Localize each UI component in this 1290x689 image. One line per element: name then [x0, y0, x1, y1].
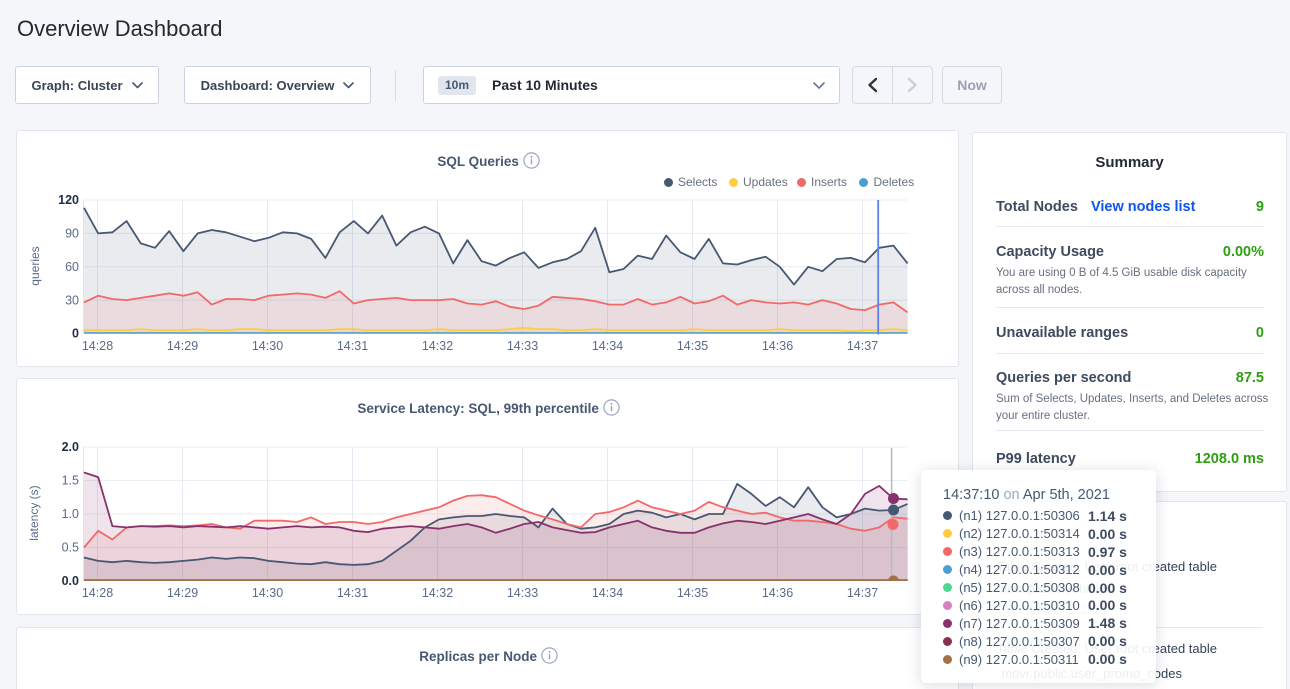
svg-text:14:36: 14:36 — [762, 586, 793, 600]
svg-text:14:33: 14:33 — [507, 586, 538, 600]
svg-text:2.0: 2.0 — [62, 440, 79, 454]
svg-text:14:33: 14:33 — [507, 339, 538, 353]
svg-text:14:30: 14:30 — [252, 586, 283, 600]
svg-text:14:34: 14:34 — [592, 586, 623, 600]
svg-text:30: 30 — [65, 293, 79, 307]
svg-text:14:32: 14:32 — [422, 339, 453, 353]
svg-text:120: 120 — [58, 193, 79, 207]
svg-text:14:31: 14:31 — [337, 339, 368, 353]
svg-text:1.0: 1.0 — [62, 507, 79, 521]
svg-text:14:29: 14:29 — [167, 586, 198, 600]
svg-text:14:30: 14:30 — [252, 339, 283, 353]
svg-text:14:28: 14:28 — [82, 339, 113, 353]
svg-text:14:29: 14:29 — [167, 339, 198, 353]
svg-text:14:34: 14:34 — [592, 339, 623, 353]
svg-text:14:31: 14:31 — [337, 586, 368, 600]
svg-text:14:28: 14:28 — [82, 586, 113, 600]
svg-text:0.0: 0.0 — [62, 574, 79, 588]
svg-text:14:37: 14:37 — [847, 586, 878, 600]
svg-text:14:36: 14:36 — [762, 339, 793, 353]
svg-text:0: 0 — [72, 327, 79, 341]
svg-text:queries: queries — [28, 246, 42, 285]
svg-text:90: 90 — [65, 227, 79, 241]
svg-text:1.5: 1.5 — [62, 474, 79, 488]
svg-text:14:37: 14:37 — [847, 339, 878, 353]
svg-text:0.5: 0.5 — [62, 541, 79, 555]
svg-text:14:35: 14:35 — [677, 586, 708, 600]
svg-text:latency (s): latency (s) — [27, 485, 41, 540]
svg-text:60: 60 — [65, 260, 79, 274]
svg-text:14:32: 14:32 — [422, 586, 453, 600]
svg-text:14:35: 14:35 — [677, 339, 708, 353]
